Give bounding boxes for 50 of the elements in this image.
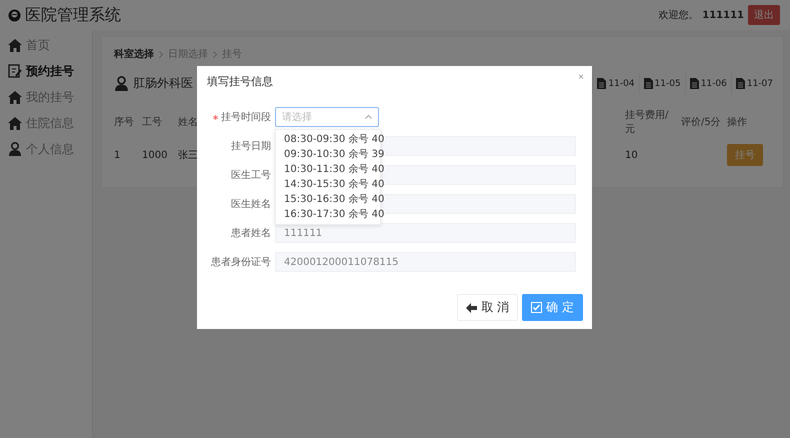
field-label: 医生工号 xyxy=(230,168,271,182)
breadcrumb-item[interactable]: 科室选择 xyxy=(114,47,154,61)
confirm-button[interactable]: 确 定 xyxy=(522,294,583,321)
sidebar-item[interactable]: 个人信息 xyxy=(0,136,92,162)
edit-icon xyxy=(8,64,22,78)
doctor-icon xyxy=(114,76,129,91)
checkbox-icon xyxy=(531,302,542,313)
app-title: 医院管理系统 xyxy=(25,4,121,26)
column-header: 序号 xyxy=(114,116,134,130)
cancel-button[interactable]: 取 消 xyxy=(457,294,518,321)
required-icon xyxy=(213,114,218,120)
document-icon xyxy=(644,78,653,89)
house-icon xyxy=(8,116,22,130)
document-icon xyxy=(690,78,699,89)
sidebar-item[interactable]: 我的挂号 xyxy=(0,84,92,110)
house-icon xyxy=(8,90,22,104)
document-icon xyxy=(736,78,745,89)
column-header: 操作 xyxy=(727,116,747,130)
column-header: 评价/5分 xyxy=(681,116,721,130)
chevron-icon xyxy=(365,115,372,119)
input-field[interactable]: 111111 xyxy=(275,223,576,243)
field-label: 挂号日期 xyxy=(230,140,271,153)
sidebar-item[interactable]: 首页 xyxy=(0,32,92,58)
logo-icon xyxy=(8,8,21,22)
column-header: 挂号费用/元 xyxy=(625,108,670,137)
welcome-text: 欢迎您。 xyxy=(658,8,698,22)
column-header: 工号 xyxy=(142,116,162,130)
sidebar-item[interactable]: 住院信息 xyxy=(0,110,92,136)
field-label: 患者姓名 xyxy=(230,226,271,240)
table-cell-text: 张三 xyxy=(178,148,198,163)
back-arrow-icon xyxy=(466,302,478,312)
document-icon xyxy=(597,78,606,89)
table-cell-text: 10 xyxy=(625,148,638,162)
column-header: 姓名 xyxy=(178,116,198,130)
dialog-title: 填写挂号信息 xyxy=(207,74,274,89)
chevron-right-icon xyxy=(213,50,217,58)
table-cell-text: 1 xyxy=(114,148,120,162)
input-field[interactable]: 420001200011078115 xyxy=(275,252,576,272)
chevron-right-icon xyxy=(159,50,163,58)
username: 111111 xyxy=(702,10,744,20)
page-title: 肛肠外科医 xyxy=(133,75,193,92)
table-cell-text: 1000 xyxy=(142,148,168,162)
field-label: 患者身份证号 xyxy=(210,256,271,269)
close-button[interactable]: × xyxy=(578,72,584,83)
field-label: 挂号时间段 xyxy=(207,110,271,124)
sidebar-item[interactable]: 预约挂号 xyxy=(0,58,92,84)
house-icon xyxy=(8,38,22,52)
logout-button[interactable]: 退出 xyxy=(748,5,780,25)
person-icon xyxy=(8,142,22,156)
field-label: 医生姓名 xyxy=(230,198,271,211)
